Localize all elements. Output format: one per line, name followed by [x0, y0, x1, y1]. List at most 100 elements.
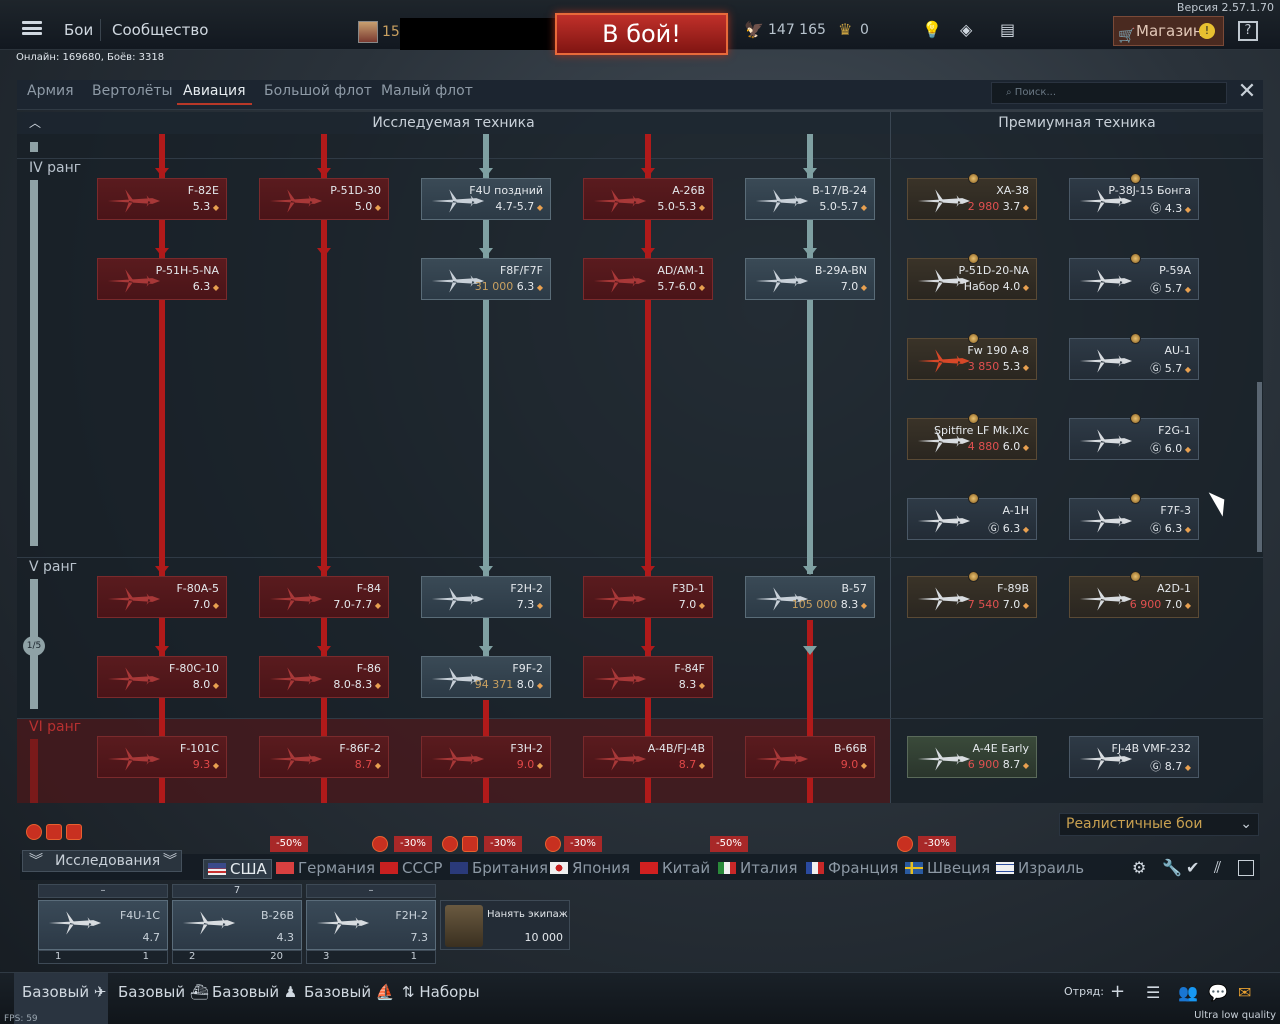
ticket-icon[interactable]: ▤	[1000, 20, 1015, 39]
hire-crew-slot[interactable]: Нанять экипаж 10 000	[440, 900, 570, 950]
research-toggle[interactable]: ︾ Исследования ︾	[22, 850, 182, 872]
vehicle-card[interactable]: F3D-1 7.0 ◆	[583, 576, 713, 618]
vehicle-card[interactable]: F-82E 5.3 ◆	[97, 178, 227, 220]
collapse-up-icon[interactable]: ︿	[29, 114, 41, 131]
premium-vehicle-card[interactable]: FJ-4B VMF-232 Ⓖ 8.7 ◆	[1069, 736, 1199, 778]
chat-icon[interactable]: 💬	[1208, 983, 1228, 1002]
nation-italy[interactable]: Италия	[718, 859, 798, 877]
game-mode-select[interactable]: Реалистичные бои ⌄	[1059, 813, 1259, 836]
vehicle-card[interactable]: F-84 7.0-7.7 ◆	[259, 576, 389, 618]
tab-helicopters[interactable]: Вертолёты	[92, 83, 173, 99]
vehicle-card[interactable]: A-4B/FJ-4B 8.7 ◆	[583, 736, 713, 778]
premium-vehicle-card[interactable]: Spitfire LF Mk.IXc 4 880 6.0 ◆	[907, 413, 1037, 460]
preset-fleet[interactable]: Базовый ⛴	[118, 983, 209, 1001]
vehicle-card[interactable]: A-26B 5.0-5.3 ◆	[583, 178, 713, 220]
profile[interactable]: 15	[356, 18, 574, 50]
gear-icon[interactable]: ⚙	[1132, 858, 1146, 877]
premium-vehicle-card[interactable]: F2G-1 Ⓖ 6.0 ◆	[1069, 413, 1199, 460]
crew-slot[interactable]: – F4U-1C 4.7 1 1	[38, 884, 168, 966]
premium-vehicle-card[interactable]: A2D-1 6 900 7.0 ◆	[1069, 571, 1199, 618]
silver-lions[interactable]: 147 165	[768, 22, 826, 38]
vehicle-card[interactable]: F-101C 9.3 ◆	[97, 736, 227, 778]
vehicle-card[interactable]: P-51H-5-NA 6.3 ◆	[97, 258, 227, 300]
crew-vehicle-card[interactable]: F2H-2 7.3	[306, 900, 436, 950]
vehicle-card[interactable]: F-84F 8.3 ◆	[583, 656, 713, 698]
nation-israel[interactable]: Израиль	[996, 859, 1084, 877]
vehicle-card[interactable]: B-17/B-24 5.0-5.7 ◆	[745, 178, 875, 220]
menu-icon[interactable]	[22, 21, 42, 35]
preset-army[interactable]: Базовый ♟	[212, 983, 297, 1001]
crew-vehicle-card[interactable]: F4U-1C 4.7	[38, 900, 168, 950]
nation-sweden[interactable]: Швеция	[905, 859, 990, 877]
premium-vehicle-card[interactable]: A-4E Early 6 900 8.7 ◆	[907, 736, 1037, 778]
nation-ussr[interactable]: СССР	[380, 859, 442, 877]
vehicle-card[interactable]: F8F/F7F 31 000 6.3 ◆	[421, 258, 551, 300]
premium-vehicle-card[interactable]: P-51D-20-NA Набор 4.0 ◆	[907, 253, 1037, 300]
vehicle-card[interactable]: F-86F-2 8.7 ◆	[259, 736, 389, 778]
premium-vehicle-card[interactable]: Fw 190 A-8 3 850 5.3 ◆	[907, 333, 1037, 380]
tab-coastal-fleet[interactable]: Малый флот	[381, 83, 473, 99]
tab-bluewater-fleet[interactable]: Большой флот	[264, 83, 372, 99]
vehicle-card[interactable]: F2H-2 7.3 ◆	[421, 576, 551, 618]
nation-germany[interactable]: Германия	[276, 859, 375, 877]
nation-japan[interactable]: Япония	[550, 859, 630, 877]
rank-v-label[interactable]: V ранг	[29, 559, 77, 575]
vehicle-card[interactable]: B-29A-BN 7.0 ◆	[745, 258, 875, 300]
premium-vehicle-card[interactable]: P-59A Ⓖ 5.7 ◆	[1069, 253, 1199, 300]
vehicle-card[interactable]: P-51D-30 5.0 ◆	[259, 178, 389, 220]
crew-slot[interactable]: – F2H-2 7.3 3 1	[306, 884, 436, 966]
nav-battles[interactable]: Бои	[64, 21, 93, 39]
golden-eagles[interactable]: 0	[860, 22, 869, 38]
vehicle-card[interactable]: F-86 8.0-8.3 ◆	[259, 656, 389, 698]
checkmark-icon[interactable]: ✔	[1186, 858, 1199, 877]
search-input[interactable]: ⌕ Поиск...	[991, 82, 1227, 104]
premium-vehicle-card[interactable]: XA-38 2 980 3.7 ◆	[907, 173, 1037, 220]
premium-vehicle-card[interactable]: AU-1 Ⓖ 5.7 ◆	[1069, 333, 1199, 380]
sets-button[interactable]: ⇅ Наборы	[402, 983, 480, 1001]
vehicle-card[interactable]: B-57 105 000 8.3 ◆	[745, 576, 875, 618]
battle-button[interactable]: В бой!	[555, 13, 728, 55]
premium-vehicle-card[interactable]: F7F-3 Ⓖ 6.3 ◆	[1069, 493, 1199, 540]
crew-vehicle-card[interactable]: B-26B 4.3	[172, 900, 302, 950]
wrench-icon[interactable]: 🔧	[1162, 858, 1182, 877]
vehicle-card[interactable]: F9F-2 94 371 8.0 ◆	[421, 656, 551, 698]
missiles-icon[interactable]: ⫽	[1214, 858, 1221, 878]
mode-icon: ◆	[372, 601, 381, 610]
vehicle-name: P-51D-20-NA	[958, 264, 1029, 277]
mail-icon[interactable]: ✉	[1238, 983, 1251, 1002]
preset-aviation[interactable]: Базовый ✈	[22, 983, 106, 1001]
vehicle-card[interactable]: F3H-2 9.0 ◆	[421, 736, 551, 778]
vehicle-card[interactable]: F-80A-5 7.0 ◆	[97, 576, 227, 618]
nation-usa[interactable]: США	[203, 859, 272, 879]
premium-vehicle-card[interactable]: A-1H Ⓖ 6.3 ◆	[907, 493, 1037, 540]
plus-icon[interactable]: +	[1110, 981, 1125, 1002]
preset-boats[interactable]: Базовый ⛵	[304, 983, 395, 1001]
research-label: Исследования	[55, 853, 161, 869]
vehicle-card[interactable]: F4U поздний 4.7-5.7 ◆	[421, 178, 551, 220]
premium-vehicle-card[interactable]: F-89B 7 540 7.0 ◆	[907, 571, 1037, 618]
list-icon[interactable]: ☰	[1146, 983, 1160, 1002]
shop-button[interactable]: 🛒 Магазин !	[1113, 16, 1224, 46]
vehicle-card[interactable]: B-66B 9.0 ◆	[745, 736, 875, 778]
vehicle-card[interactable]: F-80C-10 8.0 ◆	[97, 656, 227, 698]
scrollbar[interactable]	[1257, 382, 1262, 552]
help-button[interactable]: ?	[1238, 21, 1258, 41]
nation-china[interactable]: Китай	[640, 859, 710, 877]
tab-army[interactable]: Армия	[27, 83, 74, 99]
close-icon[interactable]: ✕	[1236, 81, 1258, 104]
crew-slot[interactable]: 7 B-26B 4.3 2 20	[172, 884, 302, 966]
rank-iv-label[interactable]: IV ранг	[29, 160, 81, 176]
nav-community[interactable]: Сообщество	[112, 21, 208, 39]
rank-vi-label[interactable]: VI ранг	[29, 719, 81, 735]
vehicle-card[interactable]: AD/AM-1 5.7-6.0 ◆	[583, 258, 713, 300]
nation-britain[interactable]: Британия	[450, 859, 548, 877]
crew-slot-header: 7	[172, 884, 302, 898]
premium-vehicle-card[interactable]: P-38J-15 Бонга Ⓖ 4.3 ◆	[1069, 173, 1199, 220]
diamond-icon[interactable]: ◈	[960, 20, 972, 39]
lightbulb-icon[interactable]: 💡	[922, 20, 942, 39]
nation-france[interactable]: Франция	[806, 859, 898, 877]
top-bar: Версия 2.57.1.70 Бои Сообщество 15 В бой…	[0, 0, 1280, 55]
tab-aviation[interactable]: Авиация	[177, 83, 252, 105]
people-icon[interactable]: 👥	[1178, 983, 1198, 1002]
checkbox[interactable]	[1238, 860, 1254, 876]
